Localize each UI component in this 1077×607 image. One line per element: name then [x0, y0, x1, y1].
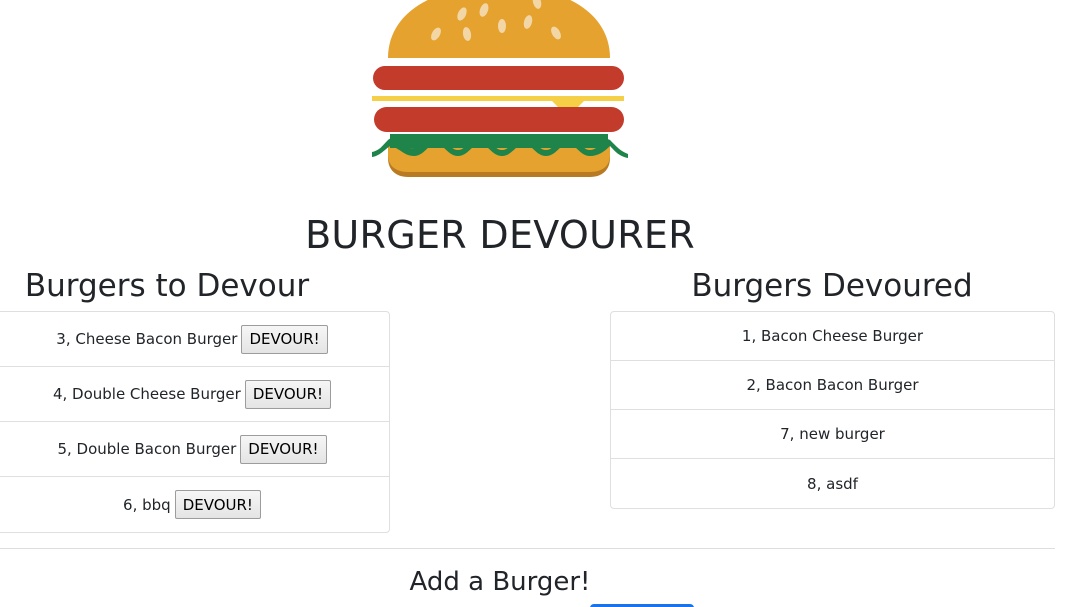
list-item: 4, Double Cheese Burger DEVOUR!: [0, 367, 389, 422]
to-devour-list: 3, Cheese Bacon Burger DEVOUR! 4, Double…: [0, 311, 390, 533]
to-devour-heading: Burgers to Devour: [24, 268, 310, 304]
burger-name: 8, asdf: [807, 474, 858, 493]
burger-name: 6, bbq: [123, 495, 171, 514]
list-item: 1, Bacon Cheese Burger: [611, 312, 1054, 361]
devour-button[interactable]: DEVOUR!: [241, 324, 328, 354]
burger-name: 2, Bacon Bacon Burger: [746, 376, 919, 394]
burger-icon: [372, 0, 628, 177]
list-item: 3, Cheese Bacon Burger DEVOUR!: [0, 312, 389, 367]
devoured-list: 1, Bacon Cheese Burger 2, Bacon Bacon Bu…: [610, 311, 1055, 509]
devour-button[interactable]: DEVOUR!: [174, 490, 261, 519]
burger-name: 3, Cheese Bacon Burger: [56, 330, 238, 348]
devour-button[interactable]: DEVOUR!: [240, 434, 327, 464]
burger-name: 5, Double Bacon Burger: [57, 440, 237, 458]
list-item: 8, asdf: [611, 459, 1054, 508]
list-item: 6, bbq DEVOUR!: [0, 477, 389, 532]
page-title: BURGER DEVOURER: [305, 213, 695, 257]
add-burger-heading: Add a Burger!: [409, 567, 591, 597]
burger-name: 7, new burger: [780, 425, 885, 443]
burger-name: 1, Bacon Cheese Burger: [741, 327, 924, 345]
section-divider: [0, 548, 1055, 549]
list-item: 5, Double Bacon Burger DEVOUR!: [0, 422, 389, 477]
list-item: 2, Bacon Bacon Burger: [611, 361, 1054, 410]
list-item: 7, new burger: [611, 410, 1054, 459]
devoured-heading: Burgers Devoured: [691, 268, 973, 304]
page: BURGER DEVOURER Burgers to Devour Burger…: [0, 0, 1077, 607]
devour-button[interactable]: DEVOUR!: [244, 379, 332, 409]
burger-name: 4, Double Cheese Burger: [52, 385, 241, 403]
